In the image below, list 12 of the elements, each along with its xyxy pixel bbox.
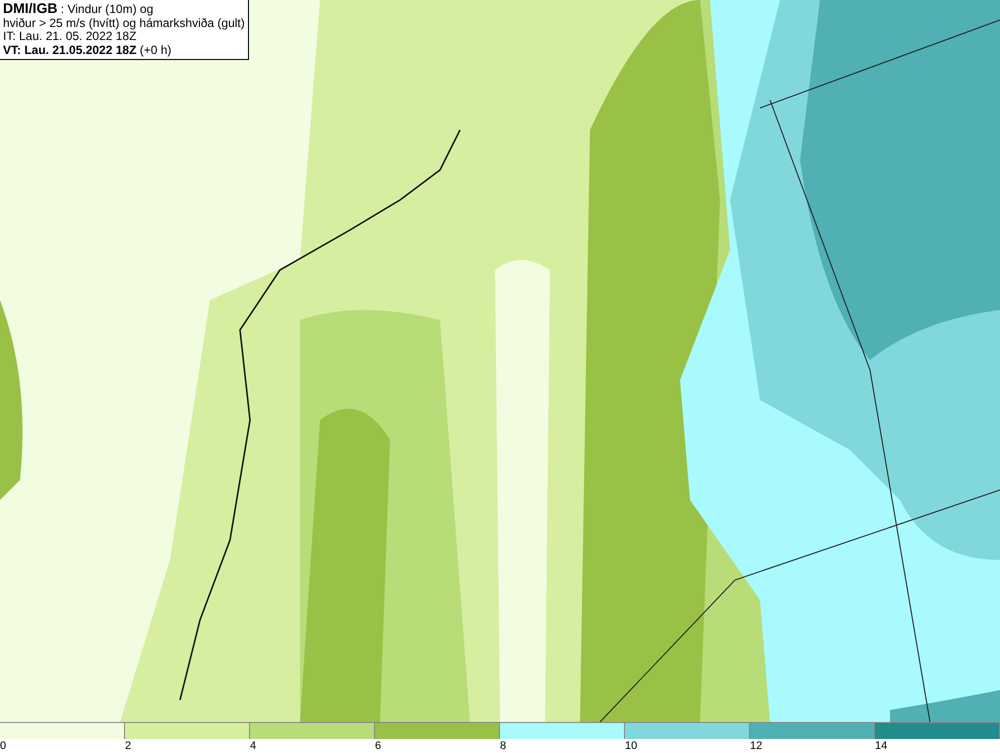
legend-label: 6: [375, 740, 382, 752]
legend-label: 10: [625, 740, 638, 752]
legend-label: 12: [750, 740, 762, 752]
legend-label: 2: [125, 740, 132, 752]
legend-label: 14: [875, 740, 888, 752]
legend-label: 0: [0, 740, 6, 752]
legend-label: 8: [500, 740, 506, 752]
legend-label: 4: [250, 740, 256, 752]
title-line: hviður > 25 m/s (hvítt) og hámarkshviða (gult): [3, 16, 245, 30]
title-line: IT: Lau. 21. 05. 2022 18Z: [3, 30, 138, 44]
title-line: VT: Lau. 21.05.2022 18Z (+0 h): [3, 44, 172, 57]
title-line: DMI/IGB : Vindur (10m) og: [3, 2, 154, 16]
